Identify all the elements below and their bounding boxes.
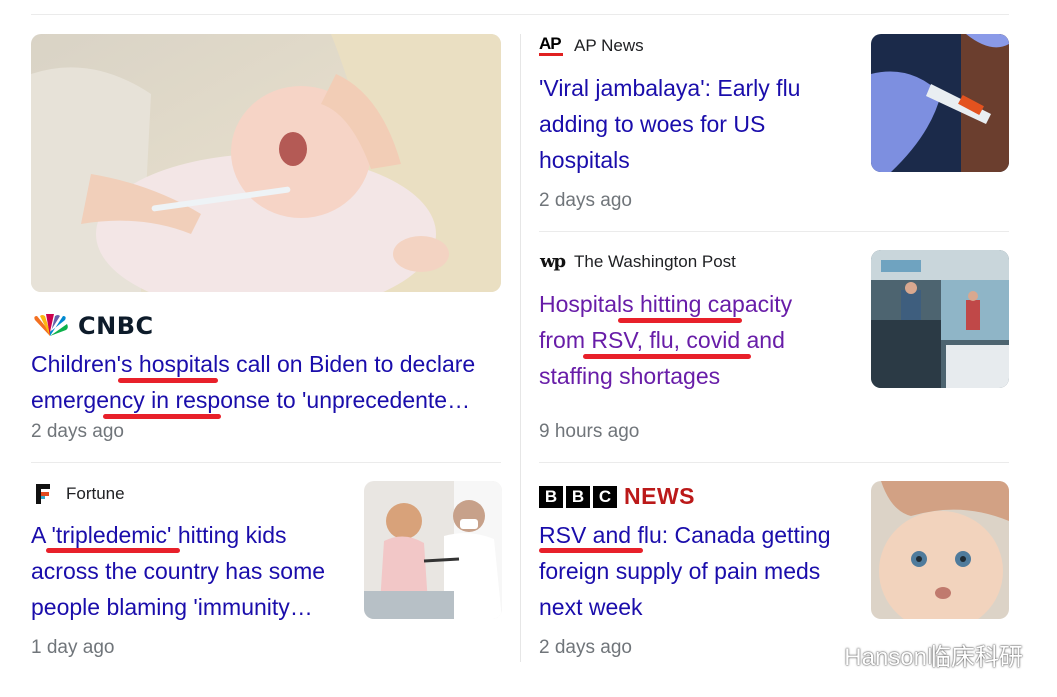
headline-line: hospitals <box>539 147 630 173</box>
headline-line: Hospitals hitting capacity <box>539 291 793 317</box>
column-divider <box>520 34 521 662</box>
headline-wapo[interactable]: Hospitals hitting capacity from RSV, flu… <box>539 286 849 394</box>
source-name: Fortune <box>66 484 125 503</box>
row-divider-left <box>31 462 501 463</box>
bbc-logo-block: B <box>566 485 590 508</box>
row-divider-right-1 <box>539 231 1009 232</box>
headline-line: from RSV, flu, covid and <box>539 327 785 353</box>
headline-line: people blaming 'immunity… <box>31 594 313 620</box>
source-ap[interactable]: AP AP News <box>539 35 644 56</box>
headline-fortune[interactable]: A 'tripledemic' hitting kids across the … <box>31 517 351 625</box>
annotation-underline <box>118 378 218 383</box>
timestamp: 9 hours ago <box>539 421 640 442</box>
headline-ap[interactable]: 'Viral jambalaya': Early flu adding to w… <box>539 70 849 178</box>
timestamp: 2 days ago <box>539 190 632 211</box>
ap-logo-icon: AP <box>539 35 565 56</box>
watermark-text: Hanson临床科研 <box>844 644 1023 671</box>
crying-baby-image[interactable] <box>31 34 501 292</box>
wechat-icon <box>802 636 836 673</box>
headline-cnbc[interactable]: Children's hospitals call on Biden to de… <box>31 346 501 418</box>
fortune-logo-icon <box>31 482 57 506</box>
source-bbc-news[interactable]: B B C NEWS <box>539 483 695 510</box>
annotation-underline <box>539 548 643 553</box>
baby-forehead-image[interactable] <box>871 481 1009 619</box>
timestamp: 1 day ago <box>31 637 115 658</box>
headline-line: across the country has some <box>31 558 326 584</box>
headline-line: emergency in response to 'unprecedente… <box>31 387 471 413</box>
peacock-logo-icon <box>31 314 69 338</box>
source-washington-post[interactable]: wp The Washington Post <box>539 251 736 272</box>
row-divider-right-2 <box>539 462 1009 463</box>
bbc-news-word: NEWS <box>624 483 695 509</box>
vaccine-injection-image[interactable] <box>871 34 1009 172</box>
wapo-logo-text: wp <box>539 251 566 272</box>
headline-line: foreign supply of pain meds <box>539 558 821 584</box>
source-name: AP News <box>574 35 644 55</box>
source-cnbc[interactable]: CNBC <box>31 312 154 340</box>
source-fortune[interactable]: Fortune <box>31 482 125 506</box>
headline-line: Children's hospitals call on Biden to de… <box>31 351 476 377</box>
child-doctor-checkup-image[interactable] <box>364 481 502 619</box>
bbc-logo-block: B <box>539 485 563 508</box>
headline-line: adding to woes for US <box>539 111 766 137</box>
hospital-ward-image[interactable] <box>871 250 1009 388</box>
annotation-underline <box>46 548 180 553</box>
bbc-logo-block: C <box>593 485 617 508</box>
timestamp: 2 days ago <box>539 637 632 658</box>
bbc-logo-icon: B B C <box>539 485 617 508</box>
washington-post-logo-icon: wp <box>539 251 566 272</box>
annotation-underline <box>103 414 221 419</box>
ap-logo-text: AP <box>539 34 562 53</box>
headline-line: 'Viral jambalaya': Early flu <box>539 75 801 101</box>
source-name: The Washington Post <box>574 251 736 271</box>
source-name: CNBC <box>78 312 154 340</box>
watermark: Hanson临床科研 <box>802 636 1023 673</box>
headline-line: next week <box>539 594 643 620</box>
timestamp: 2 days ago <box>31 421 124 442</box>
annotation-underline <box>583 354 751 359</box>
headline-line: staffing shortages <box>539 363 721 389</box>
headline-bbc[interactable]: RSV and flu: Canada getting foreign supp… <box>539 517 859 625</box>
top-divider <box>31 14 1009 15</box>
annotation-underline <box>618 318 742 323</box>
